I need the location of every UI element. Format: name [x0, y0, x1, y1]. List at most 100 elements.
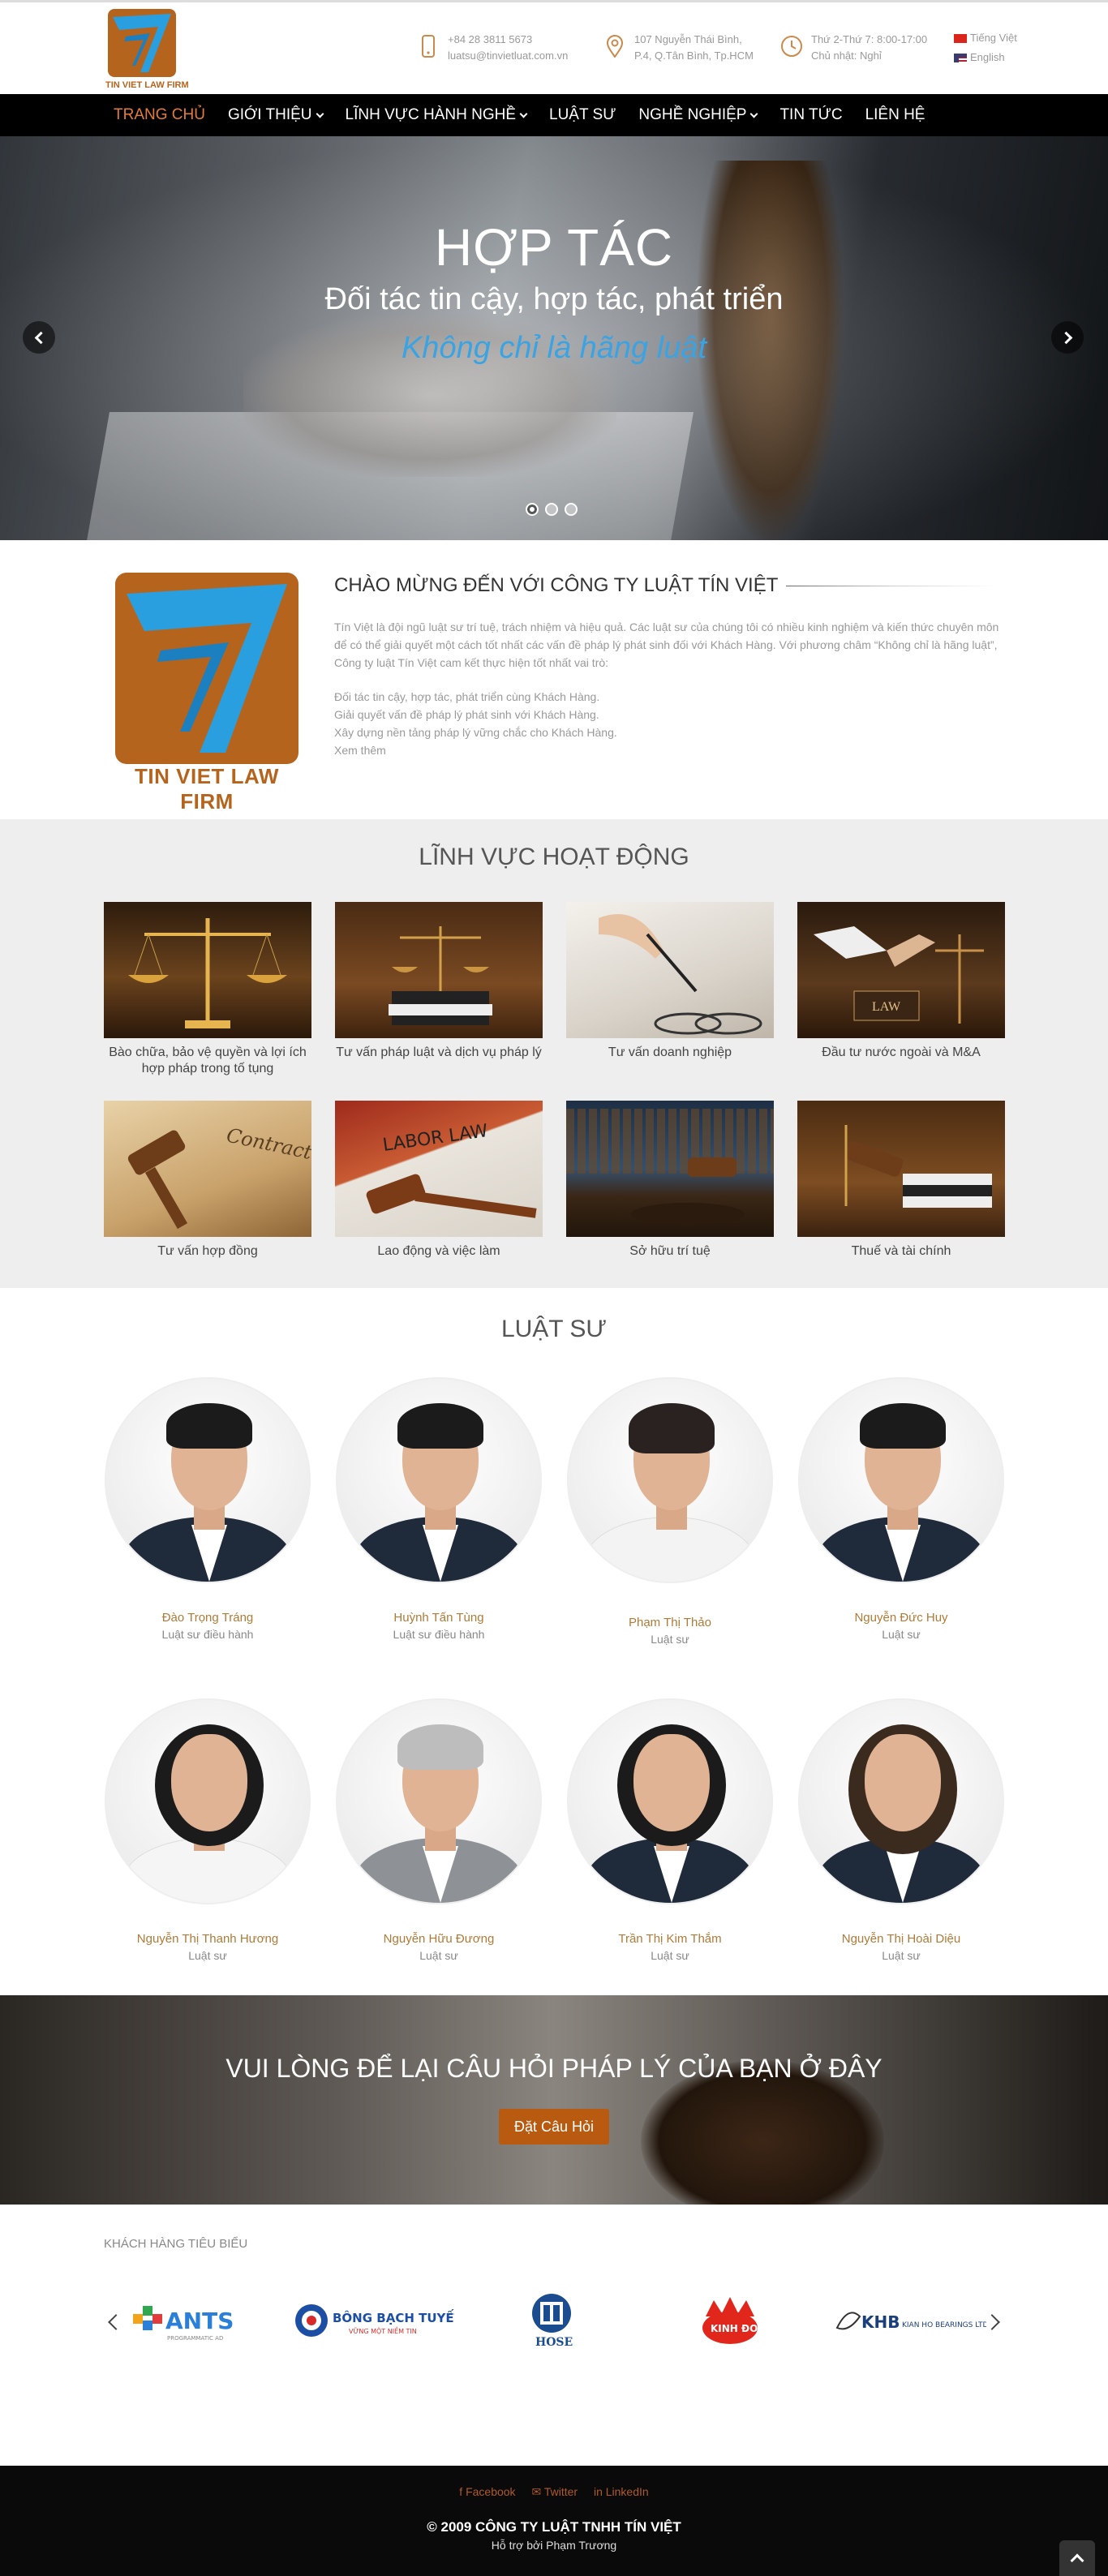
site-footer: f Facebook ✉ Twitter in LinkedIn © 2009 …: [0, 2466, 1108, 2576]
lawyer-card[interactable]: Phạm Thị Thảo Luật sư: [566, 1377, 774, 1646]
lawyer-name[interactable]: Nguyễn Thị Hoài Diệu: [797, 1932, 1005, 1946]
lawyers-section: LUẬT SƯ Đào Trọng Tráng Luật sư điều hàn…: [0, 1288, 1108, 1995]
lawyer-photo: [336, 1698, 542, 1904]
nav-item-lawyers[interactable]: LUẬT SƯ: [549, 106, 616, 124]
slider-prev-button[interactable]: [23, 321, 55, 354]
linkedin-label: LinkedIn: [605, 2485, 649, 2498]
read-more-link[interactable]: Xem thêm: [334, 744, 386, 757]
lawyer-name[interactable]: Phạm Thị Thảo: [566, 1616, 774, 1629]
practice-card-label: Tư vấn hợp đồng: [157, 1244, 258, 1258]
practice-areas-title: LĨNH VỰC HOẠT ĐỘNG: [419, 844, 689, 870]
welcome-logo: [115, 573, 298, 764]
chevron-right-icon[interactable]: [984, 2314, 1000, 2330]
practice-card-label: Tư vấn pháp luật và dịch vụ pháp lý: [336, 1045, 542, 1059]
lawyer-name[interactable]: Huỳnh Tấn Tùng: [335, 1611, 543, 1625]
library-gavel-image: [566, 1101, 774, 1237]
lawyer-card[interactable]: Nguyễn Đức Huy Luật sư: [797, 1377, 1005, 1641]
svg-text:KIAN HO BEARINGS LTD: KIAN HO BEARINGS LTD: [902, 2321, 986, 2329]
nav-item-about[interactable]: GIỚI THIỆU: [228, 106, 324, 124]
practice-card[interactable]: Sở hữu trí tuệ: [566, 1101, 774, 1260]
contact-address: 107 Nguyễn Thái Bình, P.4, Q.Tân Bình, T…: [603, 32, 754, 64]
practice-card-label: Đầu tư nước ngoài và M&A: [822, 1045, 981, 1059]
logo-mark: [108, 9, 176, 77]
chevron-down-icon: [519, 109, 528, 118]
practice-card[interactable]: LAW Đầu tư nước ngoài và M&A: [797, 902, 1005, 1061]
lawyer-name[interactable]: Trần Thị Kim Thắm: [566, 1932, 774, 1946]
lawyer-card[interactable]: Nguyễn Thị Thanh Hương Luật sư: [104, 1698, 311, 1962]
slider-next-button[interactable]: [1051, 321, 1084, 354]
practice-card[interactable]: Contract Tư vấn hợp đồng: [104, 1101, 311, 1260]
client-logo-hose[interactable]: HOSE: [511, 2294, 592, 2349]
welcome-text: Tín Việt là đội ngũ luật sư trí tuệ, trá…: [334, 618, 1007, 759]
lang-vi[interactable]: Tiếng Việt: [954, 28, 1017, 48]
client-logo-khb[interactable]: KHB KIAN HO BEARINGS LTD: [832, 2294, 986, 2347]
header-email[interactable]: luatsu@tinvietluat.com.vn: [448, 48, 568, 64]
client-logo-bong-bach-tuyet[interactable]: BÔNG BẠCH TUYẾT VỮNG MỘT NIỀM TIN: [292, 2294, 454, 2347]
twitter-link[interactable]: ✉ Twitter: [531, 2485, 578, 2498]
practice-card[interactable]: LABOR LAW Lao động và việc làm: [335, 1101, 543, 1260]
client-logo-ants[interactable]: ANTS PROGRAMMATIC AD: [130, 2294, 260, 2347]
nav-item-home[interactable]: TRANG CHỦ: [114, 106, 205, 124]
slider-dot[interactable]: [565, 503, 578, 516]
lawyer-role: Luật sư điều hành: [161, 1628, 254, 1641]
back-to-top-button[interactable]: [1059, 2540, 1095, 2576]
lawyer-card[interactable]: Huỳnh Tấn Tùng Luật sư điều hành: [335, 1377, 543, 1641]
lawyer-card[interactable]: Đào Trọng Tráng Luật sư điều hành: [104, 1377, 311, 1641]
clients-label: KHÁCH HÀNG TIÊU BIỂU: [104, 2237, 248, 2251]
language-switcher: Tiếng Việt English: [954, 28, 1017, 67]
header-hours-1: Thứ 2-Thứ 7: 8:00-17:00: [811, 33, 928, 45]
lawyer-name[interactable]: Đào Trọng Tráng: [104, 1611, 311, 1625]
slider-dot[interactable]: [526, 503, 539, 516]
client-logo-kinh-do[interactable]: KINH ĐO: [689, 2294, 771, 2347]
nav-item-contact[interactable]: LIÊN HỆ: [865, 106, 925, 124]
svg-text:LAW: LAW: [872, 1000, 901, 1014]
lawyer-role: Luật sư: [188, 1949, 227, 1962]
slider-dot[interactable]: [545, 503, 558, 516]
lawyer-card[interactable]: Nguyễn Hữu Đương Luật sư: [335, 1698, 543, 1962]
practice-card-label: Bào chữa, bảo vệ quyền và lợi ích hợp ph…: [109, 1045, 307, 1075]
welcome-logo-caption: TIN VIET LAW FIRM: [135, 764, 279, 814]
practice-card[interactable]: Tư vấn doanh nghiệp: [566, 902, 774, 1061]
chevron-left-icon[interactable]: [108, 2314, 124, 2330]
nav-item-news[interactable]: TIN TỨC: [779, 106, 842, 124]
svg-text:KHB: KHB: [861, 2312, 900, 2332]
hero-slider: HỢP TÁC Đối tác tin cậy, hợp tác, phát t…: [0, 136, 1108, 540]
svg-text:KINH ĐO: KINH ĐO: [711, 2323, 758, 2334]
facebook-link[interactable]: f Facebook: [459, 2485, 515, 2498]
svg-text:ANTS: ANTS: [165, 2308, 234, 2334]
svg-text:VỮNG MỘT NIỀM TIN: VỮNG MỘT NIỀM TIN: [349, 2325, 417, 2335]
lawyer-name[interactable]: Nguyễn Hữu Đương: [335, 1932, 543, 1946]
lawyer-role: Luật sư: [882, 1949, 921, 1962]
contract-gavel-image: Contract: [104, 1101, 311, 1237]
practice-card[interactable]: Tư vấn pháp luật và dịch vụ pháp lý: [335, 902, 543, 1061]
lang-en[interactable]: English: [954, 48, 1017, 67]
nav-item-careers[interactable]: NGHỀ NGHIỆP: [638, 106, 758, 124]
lawyer-role: Luật sư: [651, 1633, 689, 1646]
ask-question-button[interactable]: Đặt Câu Hỏi: [499, 2109, 609, 2145]
lawyer-photo: [336, 1377, 542, 1583]
phone-icon: [417, 32, 440, 61]
practice-card-label: Sở hữu trí tuệ: [629, 1244, 711, 1258]
lang-vi-label: Tiếng Việt: [970, 32, 1017, 44]
lawyer-name[interactable]: Nguyễn Thị Thanh Hương: [104, 1932, 311, 1946]
svg-text:LABOR LAW: LABOR LAW: [381, 1121, 489, 1156]
lawyer-card[interactable]: Nguyễn Thị Hoài Diệu Luật sư: [797, 1698, 1005, 1962]
linkedin-link[interactable]: in LinkedIn: [594, 2485, 649, 2498]
handshake-law-image: LAW: [797, 902, 1005, 1038]
welcome-section: TIN VIET LAW FIRM CHÀO MỪNG ĐẾN VỚI CÔNG…: [0, 540, 1108, 819]
header-phone[interactable]: +84 28 3811 5673: [448, 32, 568, 48]
lawyer-photo: [798, 1698, 1004, 1904]
svg-text:PROGRAMMATIC AD: PROGRAMMATIC AD: [167, 2335, 223, 2342]
nav-label: LUẬT SƯ: [549, 106, 616, 123]
signing-documents-image: [566, 902, 774, 1038]
lawyer-role: Luật sư điều hành: [393, 1628, 485, 1641]
lawyer-name[interactable]: Nguyễn Đức Huy: [797, 1611, 1005, 1625]
lawyer-card[interactable]: Trần Thị Kim Thắm Luật sư: [566, 1698, 774, 1962]
facebook-label: Facebook: [466, 2485, 516, 2498]
chevron-left-icon: [34, 331, 47, 344]
practice-card[interactable]: Bào chữa, bảo vệ quyền và lợi ích hợp ph…: [104, 902, 311, 1077]
site-logo[interactable]: TIN VIET LAW FIRM: [105, 9, 189, 92]
nav-item-practice-areas[interactable]: LĨNH VỰC HÀNH NGHỀ: [346, 106, 528, 124]
practice-card[interactable]: Thuế và tài chính: [797, 1101, 1005, 1260]
labor-law-image: LABOR LAW: [335, 1101, 543, 1237]
